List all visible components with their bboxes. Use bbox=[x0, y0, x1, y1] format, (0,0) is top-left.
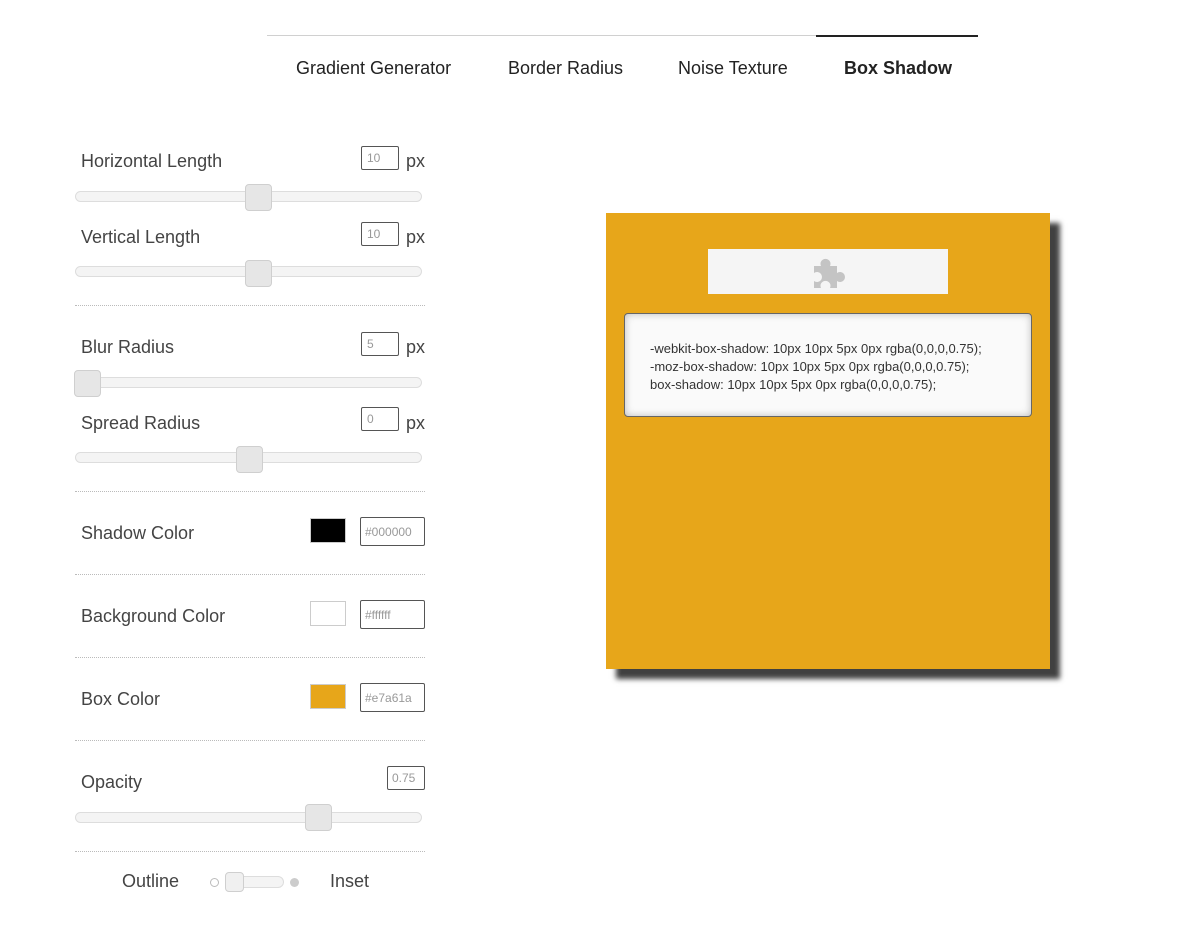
outline-inset-toggle-handle[interactable] bbox=[225, 872, 244, 892]
outline-label: Outline bbox=[122, 871, 180, 891]
box-color-hex-input[interactable] bbox=[360, 683, 425, 712]
spread-radius-input[interactable] bbox=[361, 407, 399, 431]
blur-radius-label: Blur Radius bbox=[81, 337, 175, 357]
inset-indicator-dot bbox=[290, 878, 299, 887]
vertical-length-label: Vertical Length bbox=[81, 227, 201, 247]
shadow-color-hex-input[interactable] bbox=[360, 517, 425, 546]
box-color-label: Box Color bbox=[81, 689, 161, 709]
box-color-swatch[interactable] bbox=[310, 684, 346, 709]
shadow-color-label: Shadow Color bbox=[81, 523, 195, 543]
vertical-length-unit: px bbox=[406, 227, 426, 247]
background-color-label: Background Color bbox=[81, 606, 226, 626]
puzzle-piece-icon bbox=[814, 258, 845, 288]
opacity-label: Opacity bbox=[81, 772, 143, 792]
inset-label: Inset bbox=[330, 871, 370, 891]
vertical-length-input[interactable] bbox=[361, 222, 399, 246]
code-line-standard: box-shadow: 10px 10px 5px 0px rgba(0,0,0… bbox=[650, 377, 937, 392]
tab-box-shadow[interactable]: Box Shadow bbox=[844, 58, 952, 79]
shadow-color-swatch[interactable] bbox=[310, 518, 346, 543]
horizontal-length-input[interactable] bbox=[361, 146, 399, 170]
section-divider bbox=[75, 491, 425, 492]
outline-indicator-dot bbox=[210, 878, 219, 887]
opacity-slider-handle[interactable] bbox=[305, 804, 332, 831]
vertical-length-slider-handle[interactable] bbox=[245, 260, 272, 287]
horizontal-length-unit: px bbox=[406, 151, 426, 171]
horizontal-length-label: Horizontal Length bbox=[81, 151, 223, 171]
blur-radius-input[interactable] bbox=[361, 332, 399, 356]
code-line-webkit: -webkit-box-shadow: 10px 10px 5px 0px rg… bbox=[650, 341, 982, 356]
tab-noise-texture[interactable]: Noise Texture bbox=[678, 58, 788, 79]
blur-radius-slider[interactable] bbox=[75, 377, 422, 388]
section-divider bbox=[75, 740, 425, 741]
section-divider bbox=[75, 851, 425, 852]
opacity-slider[interactable] bbox=[75, 812, 422, 823]
code-line-moz: -moz-box-shadow: 10px 10px 5px 0px rgba(… bbox=[650, 359, 970, 374]
spread-radius-slider-handle[interactable] bbox=[236, 446, 263, 473]
spread-radius-label: Spread Radius bbox=[81, 413, 201, 433]
section-divider bbox=[75, 305, 425, 306]
opacity-input[interactable] bbox=[387, 766, 425, 790]
tab-gradient-generator[interactable]: Gradient Generator bbox=[296, 58, 451, 79]
horizontal-length-slider-handle[interactable] bbox=[245, 184, 272, 211]
blur-radius-slider-handle[interactable] bbox=[74, 370, 101, 397]
spread-radius-unit: px bbox=[406, 413, 426, 433]
active-tab-indicator bbox=[816, 35, 978, 37]
preview-icon-bar bbox=[708, 249, 948, 294]
blur-radius-unit: px bbox=[406, 337, 426, 357]
css-code-output[interactable]: -webkit-box-shadow: 10px 10px 5px 0px rg… bbox=[624, 313, 1032, 417]
section-divider bbox=[75, 574, 425, 575]
tab-border-radius[interactable]: Border Radius bbox=[508, 58, 623, 79]
background-color-swatch[interactable] bbox=[310, 601, 346, 626]
background-color-hex-input[interactable] bbox=[360, 600, 425, 629]
section-divider bbox=[75, 657, 425, 658]
